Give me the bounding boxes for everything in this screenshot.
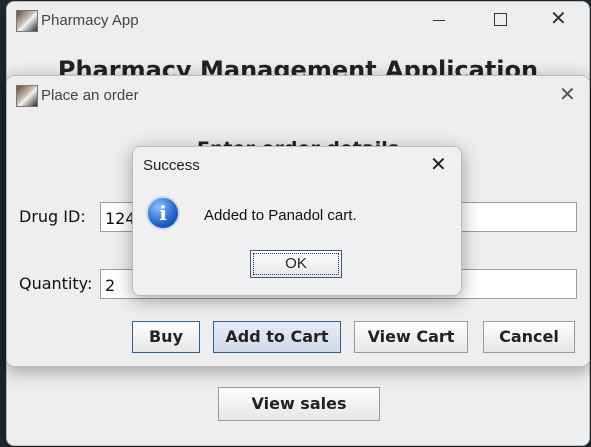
info-icon: i <box>146 196 180 230</box>
message-dialog-title: Success <box>143 157 200 174</box>
close-icon[interactable]: ✕ <box>430 154 447 174</box>
maximize-icon[interactable] <box>494 13 507 26</box>
message-text: Added to Panadol cart. <box>204 207 357 224</box>
message-dialog: Success ✕ i Added to Panadol cart. OK <box>132 146 462 296</box>
message-dialog-titlebar[interactable]: Success ✕ <box>133 147 461 183</box>
minimize-icon[interactable] <box>433 8 447 28</box>
main-titlebar[interactable]: Pharmacy App ✕ <box>7 2 589 38</box>
view-cart-button[interactable]: View Cart <box>354 321 468 353</box>
app-icon <box>16 10 38 32</box>
add-to-cart-button[interactable]: Add to Cart <box>213 321 341 353</box>
app-icon <box>16 85 38 107</box>
drug-id-label: Drug ID: <box>19 207 86 226</box>
order-dialog-titlebar[interactable]: Place an order ✕ <box>7 76 589 112</box>
view-sales-button[interactable]: View sales <box>218 387 380 421</box>
quantity-label: Quantity: <box>19 274 93 293</box>
close-icon[interactable]: ✕ <box>550 8 567 28</box>
cancel-button[interactable]: Cancel <box>483 321 575 353</box>
buy-button[interactable]: Buy <box>132 321 200 353</box>
ok-button[interactable]: OK <box>250 250 342 278</box>
main-window-title: Pharmacy App <box>41 12 139 29</box>
close-icon[interactable]: ✕ <box>559 84 576 104</box>
order-dialog-title: Place an order <box>41 87 139 104</box>
